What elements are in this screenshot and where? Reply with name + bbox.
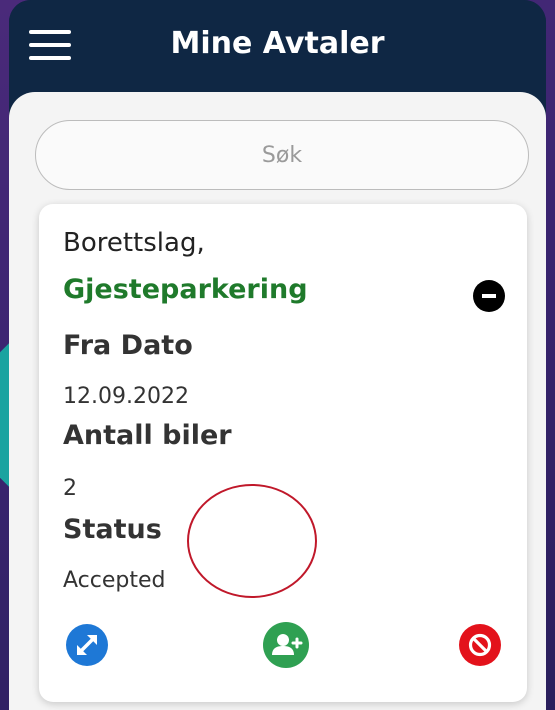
status-label: Status	[63, 514, 162, 545]
organization-name: Borettslag,	[63, 228, 205, 258]
agreement-type: Gjesteparkering	[63, 274, 308, 305]
cancel-button[interactable]	[459, 624, 501, 666]
add-user-button[interactable]	[263, 622, 309, 668]
from-date-value: 12.09.2022	[63, 384, 189, 409]
expand-button[interactable]	[66, 624, 108, 666]
car-count-label: Antall biler	[63, 420, 232, 451]
search-box	[35, 120, 529, 190]
search-input[interactable]	[36, 121, 528, 189]
content-area: Borettslag, Gjesteparkering Fra Dato 12.…	[9, 92, 546, 710]
app-window: Mine Avtaler Borettslag, Gjesteparkering…	[9, 0, 546, 710]
agreement-card: Borettslag, Gjesteparkering Fra Dato 12.…	[39, 204, 527, 702]
page-title: Mine Avtaler	[170, 26, 385, 61]
from-date-label: Fra Dato	[63, 330, 193, 361]
block-icon	[468, 633, 492, 657]
car-count-value: 2	[63, 476, 77, 501]
status-value: Accepted	[63, 568, 166, 593]
expand-arrows-icon	[77, 635, 97, 655]
app-bar: Mine Avtaler	[9, 0, 546, 92]
highlight-ring	[187, 484, 317, 598]
minus-circle-icon[interactable]	[473, 280, 505, 312]
add-user-icon	[272, 634, 303, 655]
